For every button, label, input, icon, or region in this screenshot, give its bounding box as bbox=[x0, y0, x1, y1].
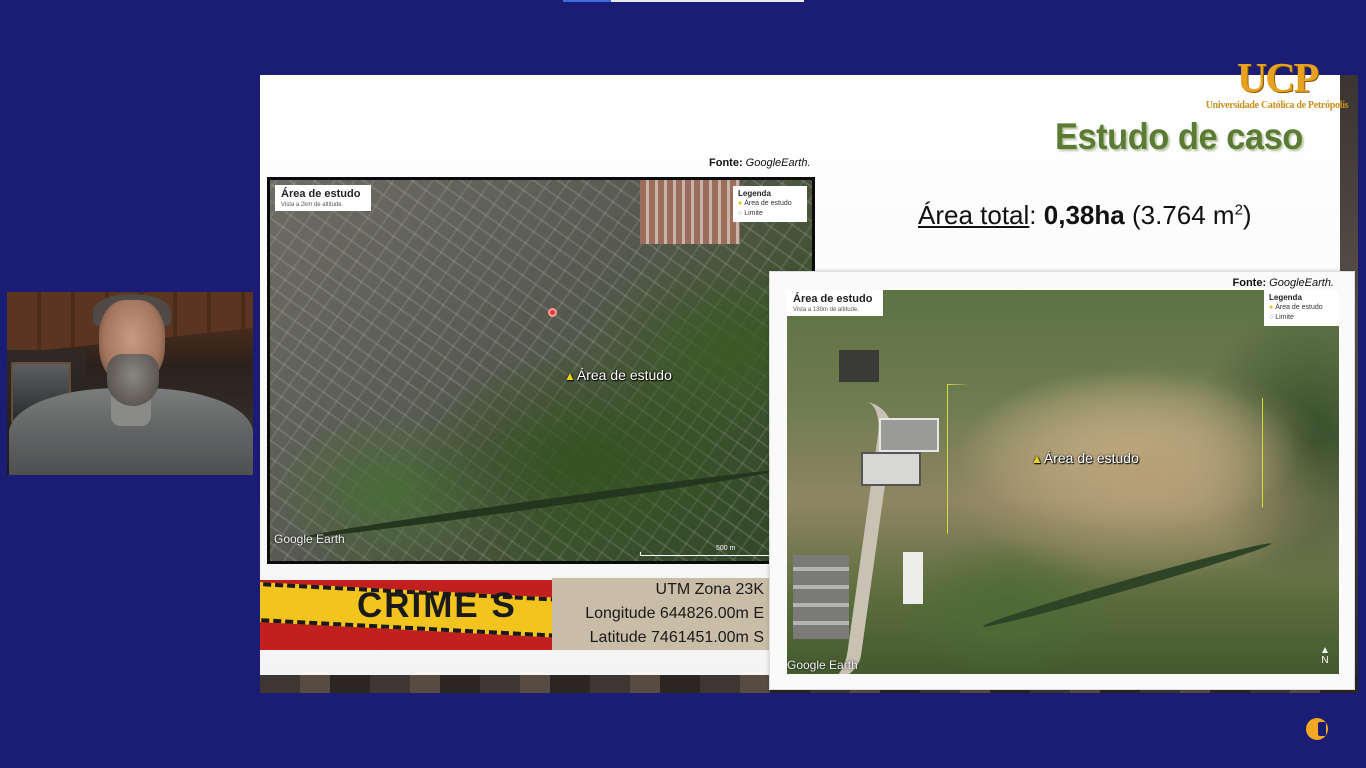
map1-river bbox=[301, 466, 779, 542]
satellite-map-overview: Área de estudo Vista a 2km de altitude. … bbox=[267, 177, 815, 564]
map2-legend-item-1: Área de estudo bbox=[1275, 304, 1323, 311]
app-logo-icon[interactable] bbox=[1306, 718, 1328, 740]
utm-longitude: Longitude 644826.00m E bbox=[585, 605, 764, 622]
map2-place-label: ▲Área de estudo bbox=[1031, 450, 1139, 466]
crime-tape-banner: CRIME S bbox=[260, 580, 552, 650]
map2-source-name: GoogleEarth. bbox=[1269, 277, 1334, 289]
map1-source: Fonte: GoogleEarth. bbox=[709, 157, 811, 169]
area-total-value: 0,38ha bbox=[1043, 200, 1125, 230]
map1-place-label-text: Área de estudo bbox=[576, 367, 672, 383]
area-total-separator: : bbox=[1029, 200, 1037, 230]
map1-source-label: Fonte: bbox=[709, 157, 743, 169]
map2-google-earth-watermark: Google Earth bbox=[787, 658, 858, 672]
map1-red-marker-icon bbox=[548, 308, 557, 317]
utm-zone: UTM Zona 23K bbox=[655, 581, 764, 598]
limit-ring-icon: ○ bbox=[1269, 314, 1274, 321]
satellite-map-closeup: Área de estudo Vista a 130m de altitude.… bbox=[787, 290, 1339, 674]
map1-area-badge: Área de estudo Vista a 2km de altitude. bbox=[275, 185, 371, 211]
map-pin-icon: ▲ bbox=[1031, 452, 1043, 466]
map-pin-icon: ● bbox=[1269, 304, 1274, 311]
webcam-feed bbox=[7, 292, 253, 475]
map2-legend-title: Legenda bbox=[1269, 293, 1302, 302]
map1-housing-blocks bbox=[640, 180, 740, 244]
map-pin-icon: ▲ bbox=[564, 369, 576, 383]
ucp-logo: UCP Universidade Católica de Petrópolis bbox=[1204, 58, 1350, 116]
presenter-beard bbox=[107, 354, 159, 406]
top-progress-bar bbox=[563, 0, 804, 2]
map2-shed bbox=[839, 350, 879, 382]
area-total-label: Área total bbox=[918, 200, 1030, 230]
north-arrow-icon: ▲ N bbox=[1319, 646, 1331, 666]
map1-scale-text: 500 m bbox=[716, 545, 736, 552]
area-total-detail-close: ) bbox=[1242, 200, 1252, 230]
map2-source: Fonte: GoogleEarth. bbox=[1233, 277, 1335, 289]
map2-source-label: Fonte: bbox=[1232, 277, 1267, 289]
map1-legend-item-1: Área de estudo bbox=[744, 200, 792, 207]
map2-building-3 bbox=[903, 552, 923, 604]
map1-legend-title: Legenda bbox=[738, 189, 771, 198]
area-total-detail-sup: 2 bbox=[1234, 201, 1243, 219]
map-pin-icon: ● bbox=[738, 200, 743, 207]
map2-study-area-limit bbox=[947, 384, 1263, 543]
map2-badge-title: Área de estudo bbox=[793, 293, 873, 305]
map1-google-earth-watermark: Google Earth bbox=[274, 532, 345, 546]
map2-area-badge: Área de estudo Vista a 130m de altitude. bbox=[787, 290, 883, 316]
north-arrow-letter: N bbox=[1321, 655, 1329, 666]
map2-place-label-text: Área de estudo bbox=[1043, 450, 1139, 466]
area-total: Área total: 0,38ha (3.764 m2) bbox=[918, 200, 1252, 231]
map2-legend: Legenda ● Área de estudo ○ Limite bbox=[1264, 290, 1339, 326]
map2-legend-item-2: Limite bbox=[1275, 314, 1294, 321]
limit-ring-icon: ○ bbox=[738, 210, 743, 217]
utm-latitude: Latitude 7461451.00m S bbox=[589, 629, 764, 646]
map1-badge-title: Área de estudo bbox=[281, 188, 361, 200]
area-total-detail-open: (3.764 m bbox=[1131, 200, 1235, 230]
map1-source-name: GoogleEarth. bbox=[745, 157, 811, 169]
logo-mark: UCP bbox=[1236, 56, 1319, 102]
utm-coordinates: UTM Zona 23K Longitude 644826.00m E Lati… bbox=[552, 578, 770, 650]
map1-legend-item-2: Limite bbox=[744, 210, 763, 217]
map1-legend: Legenda ● Área de estudo ○ Limite bbox=[733, 186, 807, 222]
map2-building-1 bbox=[879, 418, 939, 452]
map1-badge-subtitle: Vista a 2km de altitude. bbox=[281, 202, 344, 208]
logo-subtitle: Universidade Católica de Petrópolis bbox=[1205, 100, 1349, 111]
satellite-map-closeup-card: Fonte: GoogleEarth. Área de estudo Vista… bbox=[769, 271, 1355, 690]
map1-scale-bar bbox=[640, 552, 770, 556]
map2-building-4 bbox=[793, 555, 849, 639]
map2-creek bbox=[981, 538, 1273, 632]
map2-badge-subtitle: Vista a 130m de altitude. bbox=[793, 307, 859, 313]
slide-title: Estudo de caso bbox=[1055, 116, 1303, 157]
crime-tape-word: CRIME S bbox=[357, 586, 517, 625]
map1-place-label: ▲Área de estudo bbox=[564, 367, 672, 383]
map2-building-2 bbox=[861, 452, 921, 486]
